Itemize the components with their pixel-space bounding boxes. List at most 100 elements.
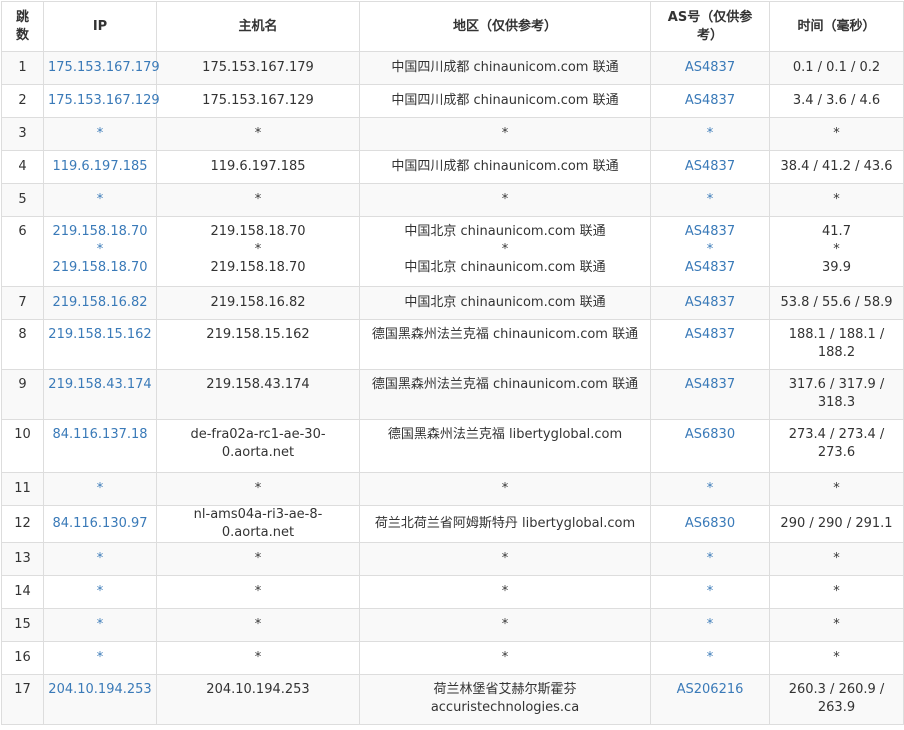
cell-region: 荷兰北荷兰省阿姆斯特丹 libertyglobal.com — [359, 505, 651, 543]
cell-region-text: * — [501, 650, 509, 665]
cell-as: AS4837 — [650, 84, 770, 118]
table-row: 15 * * * * * — [1, 608, 904, 642]
cell-ip-text[interactable]: 219.158.16.82 — [48, 294, 152, 312]
cell-time-text: 38.4 / 41.2 / 43.6 — [780, 159, 893, 174]
cell-hop: 3 — [1, 117, 44, 151]
cell-region-text: 中国四川成都 chinaunicom.com 联通 — [391, 159, 619, 174]
cell-time: 3.4 / 3.6 / 4.6 — [769, 84, 904, 118]
cell-hop: 1 — [1, 51, 44, 85]
cell-host: 175.153.167.179 — [156, 51, 360, 85]
cell-ip-text[interactable]: 175.153.167.179 — [48, 59, 160, 77]
header-time: 时间（毫秒） — [769, 1, 904, 52]
cell-hop: 16 — [1, 641, 44, 675]
table-row: 5 * * * * * — [1, 183, 904, 217]
cell-host: * — [156, 183, 360, 217]
traceroute-table: 跳数 IP 主机名 地区（仅供参考） AS号（仅供参考） 时间（毫秒） 1 175… — [1, 1, 904, 725]
cell-hop: 4 — [1, 150, 44, 184]
cell-region: * — [359, 117, 651, 151]
header-hop: 跳数 — [1, 1, 44, 52]
header-as: AS号（仅供参考） — [650, 1, 770, 52]
cell-region-text: * — [501, 481, 509, 496]
cell-ip-text[interactable]: 204.10.194.253 — [48, 681, 152, 699]
cell-region: * — [359, 641, 651, 675]
cell-as-text[interactable]: AS206216 — [655, 681, 765, 699]
cell-ip-text: * — [96, 481, 104, 496]
cell-time: * — [769, 641, 904, 675]
cell-ip: 84.116.137.18 — [43, 419, 157, 473]
cell-as: AS4837 — [650, 51, 770, 85]
cell-host: 219.158.15.162 — [156, 319, 360, 370]
cell-hop: 9 — [1, 369, 44, 420]
cell-time: * — [769, 542, 904, 576]
cell-as: * — [650, 117, 770, 151]
cell-as-text[interactable]: AS4837 — [655, 92, 765, 110]
cell-region: 中国四川成都 chinaunicom.com 联通 — [359, 51, 651, 85]
cell-time: 260.3 / 260.9 / 263.9 — [769, 674, 904, 725]
cell-as-text: * — [706, 617, 714, 632]
cell-as: * — [650, 472, 770, 506]
cell-host-text: * — [254, 650, 262, 665]
cell-ip-text[interactable]: 84.116.130.97 — [48, 515, 152, 533]
cell-time-text: * — [833, 481, 840, 496]
cell-host-text: 204.10.194.253 — [206, 682, 310, 697]
cell-ip: 84.116.130.97 — [43, 505, 157, 543]
table-row: 9 219.158.43.174 219.158.43.174 德国黑森州法兰克福 c… — [1, 369, 904, 420]
cell-time: 188.1 / 188.1 / 188.2 — [769, 319, 904, 370]
cell-time: * — [769, 183, 904, 217]
cell-as-text[interactable]: AS4837 — [655, 259, 765, 277]
cell-region-text: * — [501, 617, 509, 632]
cell-region-text: 德国黑森州法兰克福 libertyglobal.com — [387, 427, 623, 442]
cell-as: AS206216 — [650, 674, 770, 725]
cell-ip: 219.158.18.70 * 219.158.18.70 — [43, 216, 157, 287]
cell-ip: * — [43, 472, 157, 506]
table-row: 12 84.116.130.97 nl-ams04a-ri3-ae-8-0.aort… — [1, 505, 904, 543]
cell-ip: 204.10.194.253 — [43, 674, 157, 725]
cell-host: * — [156, 608, 360, 642]
cell-host-text: * — [254, 584, 262, 599]
cell-ip-text[interactable]: 119.6.197.185 — [48, 158, 152, 176]
cell-time-text: 317.6 / 317.9 / — [788, 377, 885, 392]
table-row: 3 * * * * * — [1, 117, 904, 151]
table-row: 4 119.6.197.185 119.6.197.185 中国四川成都 chinau… — [1, 150, 904, 184]
cell-region: * — [359, 542, 651, 576]
table-row: 16 * * * * * — [1, 641, 904, 675]
cell-region-text: * — [501, 126, 509, 141]
cell-as-text[interactable]: AS4837 — [655, 294, 765, 312]
cell-ip-text[interactable]: 84.116.137.18 — [48, 426, 152, 444]
cell-host-text: * — [254, 192, 262, 207]
cell-as-text[interactable]: AS4837 — [655, 326, 765, 344]
cell-ip-text[interactable]: 219.158.15.162 — [48, 326, 152, 344]
cell-host-text: 219.158.43.174 — [206, 377, 310, 392]
cell-time: 290 / 290 / 291.1 — [769, 505, 904, 543]
table-row: 1 175.153.167.179 175.153.167.179 中国四川成都 ch… — [1, 51, 904, 85]
cell-as-text[interactable]: AS4837 — [655, 376, 765, 394]
cell-hop: 12 — [1, 505, 44, 543]
cell-ip-text[interactable]: 175.153.167.129 — [48, 92, 160, 110]
cell-host-text: * — [254, 551, 262, 566]
cell-hop: 13 — [1, 542, 44, 576]
header-host: 主机名 — [156, 1, 360, 52]
cell-ip: 219.158.43.174 — [43, 369, 157, 420]
table-row: 7 219.158.16.82 219.158.16.82 中国北京 chinauni… — [1, 286, 904, 320]
table-row: 10 84.116.137.18 de-fra02a-rc1-ae-30- 0.aor… — [1, 419, 904, 473]
cell-as-text[interactable]: AS4837 — [655, 223, 765, 241]
cell-time-text: 39.9 — [822, 260, 851, 275]
cell-as-text[interactable]: AS4837 — [655, 158, 765, 176]
cell-as-text: * — [706, 584, 714, 599]
cell-ip-text[interactable]: 219.158.43.174 — [48, 376, 152, 394]
cell-as: AS6830 — [650, 505, 770, 543]
cell-time: * — [769, 472, 904, 506]
cell-region: 荷兰林堡省艾赫尔斯霍芬 accuristechnologies.ca — [359, 674, 651, 725]
cell-ip-text[interactable]: 219.158.18.70 — [48, 223, 152, 241]
cell-host-text: * — [254, 481, 262, 496]
table-row: 17 204.10.194.253 204.10.194.253 荷兰林堡省艾赫尔斯霍… — [1, 674, 904, 725]
cell-host-text: * — [254, 242, 262, 257]
cell-as-text[interactable]: AS6830 — [655, 426, 765, 444]
cell-as-text[interactable]: AS4837 — [655, 59, 765, 77]
cell-as-text: * — [706, 192, 714, 207]
cell-as: AS4837 — [650, 150, 770, 184]
cell-as: AS6830 — [650, 419, 770, 473]
cell-ip-text[interactable]: 219.158.18.70 — [48, 259, 152, 277]
cell-as-text[interactable]: AS6830 — [655, 515, 765, 533]
cell-time: 53.8 / 55.6 / 58.9 — [769, 286, 904, 320]
